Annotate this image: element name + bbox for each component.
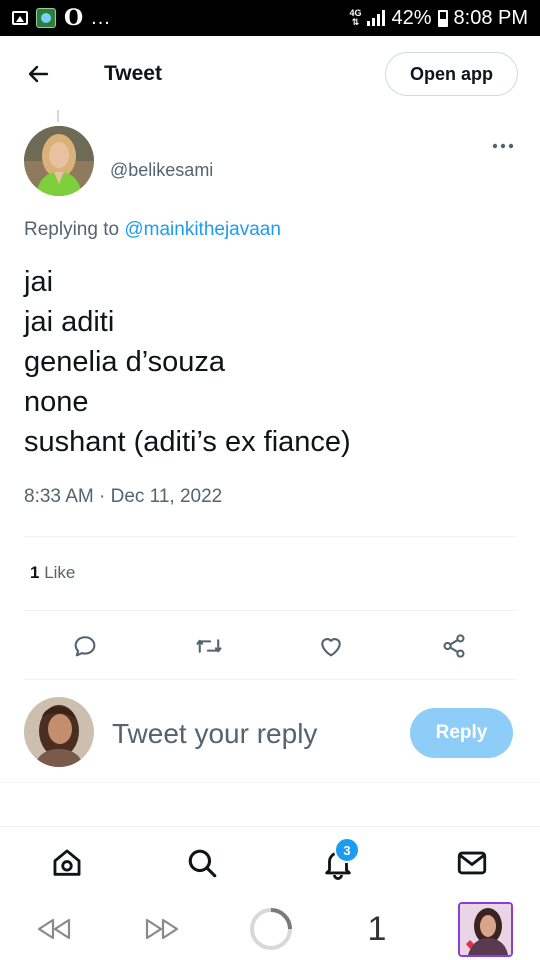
profile-image: [460, 904, 511, 955]
home-icon: [53, 849, 81, 876]
network-type: 4G ⇅: [349, 8, 362, 27]
divider: [24, 536, 517, 537]
battery-percent: 42%: [391, 6, 432, 29]
share-button[interactable]: [432, 624, 476, 668]
like-count-label: Like: [44, 563, 76, 582]
avatar-image: [24, 697, 94, 767]
divider: [24, 679, 517, 680]
notification-badge: 3: [334, 837, 360, 863]
avatar-image: [24, 126, 94, 196]
author-handle[interactable]: @belikesami: [110, 160, 213, 181]
divider: [0, 782, 540, 783]
tweet-line: none: [24, 386, 89, 418]
clock: 8:08 PM: [453, 6, 528, 29]
battery-icon: [437, 9, 448, 27]
like-count[interactable]: 1 Like: [30, 563, 75, 583]
open-app-button[interactable]: Open app: [384, 52, 518, 96]
replying-to: Replying to @mainkithejavaan: [24, 219, 281, 241]
tweet-line: genelia d’souza: [24, 346, 226, 378]
header: Tweet Open app: [0, 36, 540, 112]
back-button[interactable]: [24, 60, 52, 88]
current-user-avatar: [24, 697, 94, 767]
search-icon: [188, 849, 217, 878]
signal-icon: [367, 10, 386, 26]
nav-search[interactable]: [182, 843, 222, 883]
image-notification-icon: [12, 11, 28, 25]
loading-button[interactable]: [248, 902, 294, 956]
messages-icon: [457, 851, 487, 875]
tweet-timestamp[interactable]: 8:33 AM · Dec 11, 2022: [24, 486, 222, 508]
reply-submit-button[interactable]: Reply: [410, 708, 513, 758]
nav-home[interactable]: [47, 843, 87, 883]
more-options-button[interactable]: [488, 136, 518, 156]
tweet-line: jai: [24, 266, 54, 298]
divider: [24, 610, 517, 611]
replying-to-mention[interactable]: @mainkithejavaan: [124, 219, 281, 240]
app-notification-icon: [36, 8, 56, 28]
browser-back-button[interactable]: [32, 902, 76, 956]
thread-line: [57, 110, 59, 122]
like-button[interactable]: [309, 624, 353, 668]
share-icon: [443, 634, 465, 658]
nav-messages[interactable]: [452, 843, 492, 883]
fast-forward-icon: [145, 918, 179, 940]
page-title: Tweet: [104, 62, 162, 85]
heart-icon: [321, 638, 341, 657]
retweet-button[interactable]: [187, 624, 231, 668]
bottom-nav: 3: [0, 826, 540, 898]
more-notifications-indicator: ...: [91, 7, 111, 29]
more-dots-icon: [492, 143, 514, 149]
browser-toolbar: 1: [0, 898, 540, 960]
reply-button[interactable]: [63, 624, 107, 668]
tweet-line: jai aditi: [24, 306, 115, 338]
loading-spinner-icon: [250, 908, 292, 950]
o-notification-icon: O: [64, 5, 84, 31]
status-bar: O ... 4G ⇅ 42% 8:08 PM: [0, 0, 540, 36]
tweet-text: jai jai aditi genelia d’souza none susha…: [24, 262, 351, 462]
rewind-icon: [37, 918, 71, 940]
reply-input[interactable]: [112, 714, 392, 754]
browser-forward-button[interactable]: [140, 902, 184, 956]
author-avatar[interactable]: [24, 126, 94, 196]
retweet-icon: [196, 639, 222, 653]
tweet-actions: [0, 624, 540, 668]
arrow-left-icon: [28, 65, 49, 83]
reply-icon: [74, 636, 96, 657]
tab-count[interactable]: 1: [360, 902, 394, 956]
profile-thumbnail[interactable]: [458, 902, 513, 957]
like-count-number: 1: [30, 563, 40, 582]
replying-prefix: Replying to: [24, 219, 120, 240]
status-notifications: O ...: [12, 7, 111, 29]
tweet-line: sushant (aditi’s ex fiance): [24, 426, 351, 458]
